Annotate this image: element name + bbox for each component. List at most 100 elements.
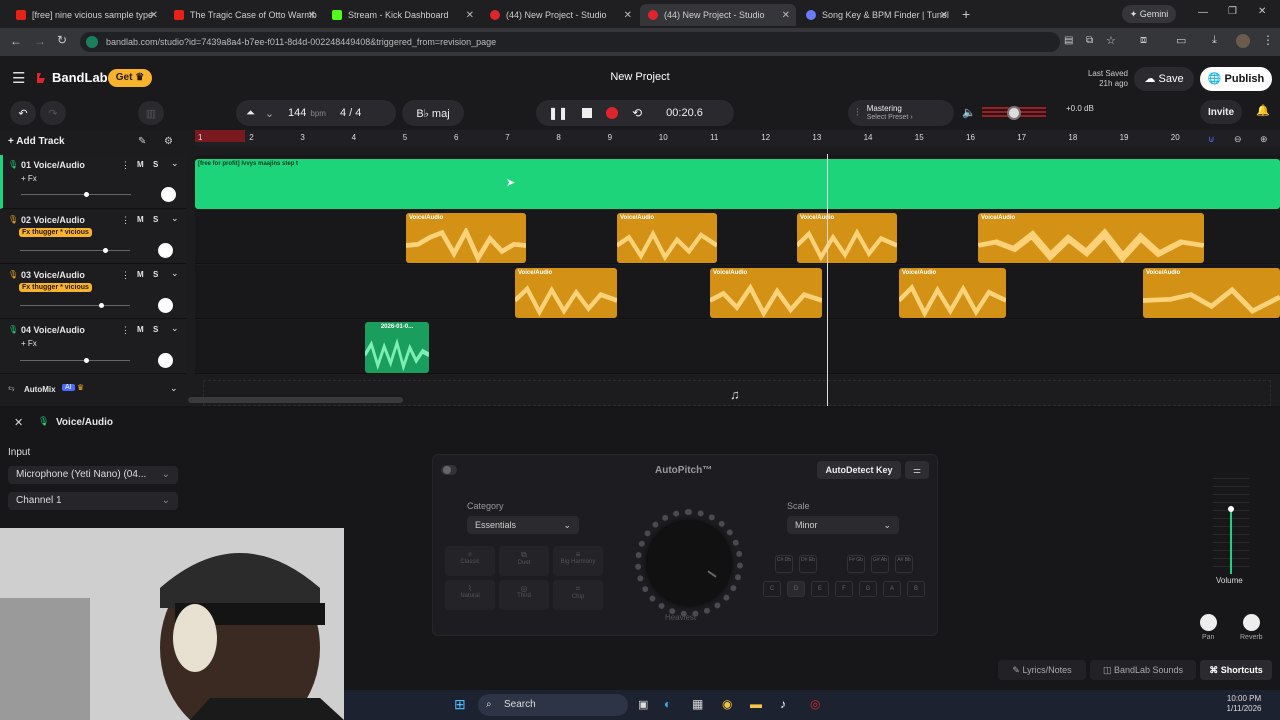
key-a-sharp[interactable]: A# Bb — [895, 555, 913, 573]
new-tab-icon[interactable]: + — [962, 6, 970, 22]
effect-duet[interactable]: ⧉ Duet — [499, 546, 549, 576]
get-membership-button[interactable]: Get ♛ — [108, 69, 152, 87]
pitch-correction-knob[interactable] — [647, 521, 731, 605]
key-a[interactable]: A — [883, 581, 901, 597]
windows-start-icon[interactable]: ⊞ — [454, 696, 466, 713]
bpm-value[interactable]: 144 — [288, 107, 306, 119]
pan-knob[interactable] — [158, 353, 173, 368]
track-name[interactable]: 02 Voice/Audio — [21, 215, 85, 225]
slider-thumb[interactable] — [102, 248, 108, 253]
add-music-icon[interactable]: ♫ — [730, 387, 740, 402]
back-icon[interactable]: ← — [10, 34, 22, 48]
edge-icon[interactable]: ◐ — [664, 697, 671, 711]
fx-chip[interactable]: Fx thugger * vicious — [19, 283, 92, 292]
pan-knob[interactable] — [161, 187, 176, 202]
channel-select[interactable]: Channel 1 ⌄ — [8, 492, 178, 510]
chevron-down-icon[interactable]: ⌄ — [170, 383, 178, 394]
site-info-icon[interactable] — [86, 36, 98, 48]
time-signature[interactable]: 4 / 4 — [340, 107, 361, 119]
solo-button[interactable]: S — [153, 270, 158, 279]
close-icon[interactable]: ✕ — [940, 10, 948, 21]
gemini-button[interactable]: ✦ Gemini — [1122, 5, 1176, 23]
save-button[interactable]: ☁ Save — [1134, 67, 1194, 91]
mute-button[interactable]: M — [137, 270, 144, 279]
track-header-2[interactable]: 🎙 02 Voice/Audio Fx thugger * vicious ⋮ … — [0, 210, 186, 264]
mute-button[interactable]: M — [137, 215, 144, 224]
settings-sliders-icon[interactable]: ⚌ — [905, 461, 929, 479]
track-header-4[interactable]: 🎙 04 Voice/Audio + Fx ⋮ M S ⌄ — [0, 320, 186, 374]
master-volume-slider[interactable] — [982, 106, 1046, 120]
pause-icon[interactable]: ❚❚ — [548, 106, 568, 120]
url-field[interactable]: bandlab.com/studio?id=7439a8a4-b7ee-f011… — [80, 32, 1060, 52]
pan-knob[interactable] — [158, 243, 173, 258]
close-icon[interactable]: ✕ — [782, 10, 790, 21]
track-volume-slider[interactable] — [20, 248, 130, 253]
audio-clip[interactable]: [free for profit] lvvys maajins step t — [195, 159, 1280, 209]
maximize-icon[interactable]: ❐ — [1228, 6, 1237, 17]
mastering-button[interactable]: ⫶ Mastering Select Preset › — [848, 100, 954, 126]
metronome-icon[interactable]: ⏶ — [246, 107, 255, 120]
audio-clip[interactable]: Voice/Audio — [899, 268, 1006, 318]
track-volume-slider[interactable] — [20, 303, 130, 308]
audio-clip[interactable]: Voice/Audio — [797, 213, 897, 263]
fx-chip[interactable]: Fx thugger * vicious — [19, 228, 92, 237]
close-icon[interactable]: ✕ — [150, 10, 158, 21]
reading-mode-icon[interactable]: ▤ — [1064, 35, 1073, 46]
key-g-sharp[interactable]: G# Ab — [871, 555, 889, 573]
undo-button[interactable]: ↶ — [10, 101, 36, 125]
audio-clip[interactable]: 2026-01-0... — [365, 322, 429, 373]
pencil-tool-icon[interactable]: ✎ — [138, 136, 146, 147]
pan-knob[interactable] — [158, 298, 173, 313]
effect-natural[interactable]: ⌇ Natural — [445, 580, 495, 610]
track-name[interactable]: 01 Voice/Audio — [21, 160, 85, 170]
audio-clip[interactable]: Voice/Audio — [406, 213, 526, 263]
automix-row[interactable]: ⇆ AutoMix AI ♛ ⌄ — [0, 380, 186, 400]
chevron-down-icon[interactable]: ⌄ — [171, 158, 179, 169]
browser-tab-active[interactable]: (44) New Project - Studio ✕ — [640, 4, 796, 26]
key-b[interactable]: B — [907, 581, 925, 597]
hamburger-icon[interactable]: ☰ — [12, 69, 25, 87]
audio-clip[interactable]: Voice/Audio — [978, 213, 1204, 263]
lane-track-2[interactable]: Voice/Audio Voice/Audio Voice/Audio Voic… — [195, 210, 1280, 264]
effect-classic[interactable]: ✧ Classic — [445, 546, 495, 576]
solo-button[interactable]: S — [153, 325, 158, 334]
key-e[interactable]: E — [811, 581, 829, 597]
volume-fader-track[interactable] — [1213, 478, 1249, 574]
effect-chip[interactable]: ⌗ Chip — [553, 580, 603, 610]
taskbar-search[interactable]: ⌕ Search — [478, 694, 628, 716]
audio-clip[interactable]: Voice/Audio — [515, 268, 617, 318]
store-icon[interactable]: ▦ — [692, 697, 703, 711]
horizontal-scrollbar[interactable] — [188, 397, 403, 403]
loop-region[interactable] — [195, 130, 245, 142]
browser-tab[interactable]: [free] nine vicious sample type ✕ — [8, 4, 164, 26]
chevron-down-icon[interactable]: ⌄ — [171, 323, 179, 334]
mixer-button[interactable]: ▥ — [138, 101, 164, 125]
bandlab-sounds-button[interactable]: ◫ BandLab Sounds — [1090, 660, 1196, 680]
close-icon[interactable]: ✕ — [466, 10, 474, 21]
key-c[interactable]: C — [763, 581, 781, 597]
track-name[interactable]: 04 Voice/Audio — [21, 325, 85, 335]
track-volume-slider[interactable] — [21, 192, 131, 197]
track-menu-icon[interactable]: ⋮ — [121, 325, 130, 336]
close-icon[interactable]: ✕ — [308, 10, 316, 21]
solo-button[interactable]: S — [153, 215, 158, 224]
download-icon[interactable]: ⤓ — [1212, 34, 1217, 47]
solo-button[interactable]: S — [153, 160, 158, 169]
effect-big-harmony[interactable]: ≡ Big Harmony — [553, 546, 603, 576]
forward-icon[interactable]: → — [34, 34, 46, 48]
cast-icon[interactable]: ▭ — [1176, 34, 1186, 47]
record-icon[interactable] — [606, 107, 619, 119]
slider-thumb[interactable] — [84, 358, 89, 363]
browser-tab[interactable]: (44) New Project - Studio ✕ — [482, 4, 638, 26]
close-panel-icon[interactable]: ✕ — [14, 416, 23, 429]
effect-third[interactable]: ◎ Third — [499, 580, 549, 610]
add-track-button[interactable]: + Add Track — [8, 136, 65, 147]
redo-button[interactable]: ↷ — [40, 101, 66, 125]
pan-knob[interactable] — [1200, 614, 1217, 631]
settings-sliders-icon[interactable]: ⚙ — [164, 136, 173, 147]
bell-icon[interactable]: 🔔 — [1256, 104, 1270, 117]
minimize-icon[interactable]: — — [1198, 7, 1208, 18]
publish-button[interactable]: 🌐 Publish — [1200, 67, 1272, 91]
lane-track-1[interactable]: [free for profit] lvvys maajins step t — [195, 155, 1280, 209]
add-fx-button[interactable]: + Fx — [21, 174, 37, 183]
